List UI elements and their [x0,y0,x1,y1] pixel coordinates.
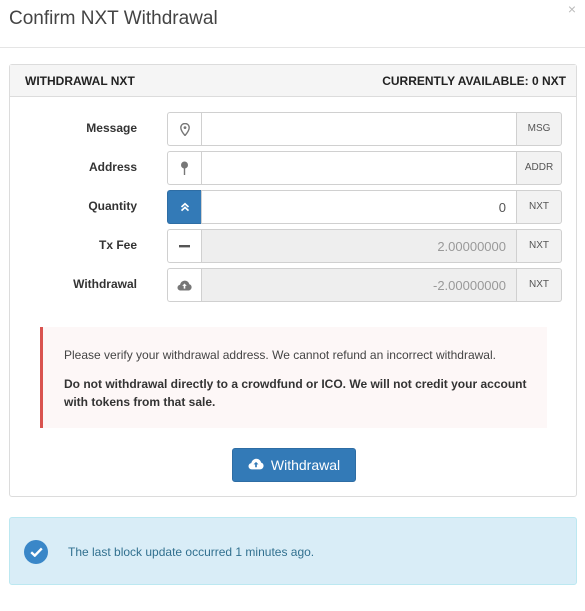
available-balance: CURRENTLY AVAILABLE: 0 NXT [382,74,566,88]
withdrawal-total-input [201,268,517,302]
address-input[interactable] [201,151,517,185]
quantity-addon: NXT [517,190,562,224]
map-marker-icon [167,112,201,146]
modal-title: Confirm NXT Withdrawal [9,8,218,29]
withdrawal-warning: Please verify your withdrawal address. W… [40,327,547,428]
check-circle-icon [24,540,48,564]
message-input[interactable] [201,112,517,146]
tx-fee-addon: NXT [517,229,562,263]
double-chevron-up-icon[interactable] [167,190,201,224]
minus-icon [167,229,201,263]
close-icon[interactable]: × [568,1,576,17]
address-addon: ADDR [517,151,562,185]
withdrawal-row: Withdrawal NXT [10,268,576,302]
quantity-row: Quantity NXT [10,190,576,224]
block-update-alert: The last block update occurred 1 minutes… [9,517,577,585]
warning-text: Please verify your withdrawal address. W… [64,348,496,362]
withdrawal-label: Withdrawal [73,277,137,291]
address-label: Address [88,160,137,174]
pin-icon [167,151,201,185]
withdrawal-addon: NXT [517,268,562,302]
message-row: Message MSG [10,112,576,146]
cloud-upload-icon [248,457,264,473]
withdrawal-button[interactable]: Withdrawal [232,448,356,482]
message-addon: MSG [517,112,562,146]
tx-fee-row: Tx Fee NXT [10,229,576,263]
quantity-label: Quantity [88,199,137,213]
panel-title: WITHDRAWAL NXT [25,74,135,88]
modal-header: Confirm NXT Withdrawal × [0,0,585,48]
warning-bold-text: Do not withdrawal directly to a crowdfun… [64,377,527,409]
withdrawal-panel: WITHDRAWAL NXT CURRENTLY AVAILABLE: 0 NX… [9,64,577,497]
block-update-message: The last block update occurred 1 minutes… [68,545,315,559]
message-label: Message [86,121,137,135]
withdrawal-button-label: Withdrawal [270,457,341,473]
panel-heading: WITHDRAWAL NXT CURRENTLY AVAILABLE: 0 NX… [10,65,576,97]
quantity-input[interactable] [201,190,517,224]
address-row: Address ADDR [10,151,576,185]
tx-fee-input [201,229,517,263]
cloud-upload-icon [167,268,201,302]
tx-fee-label: Tx Fee [98,238,137,252]
